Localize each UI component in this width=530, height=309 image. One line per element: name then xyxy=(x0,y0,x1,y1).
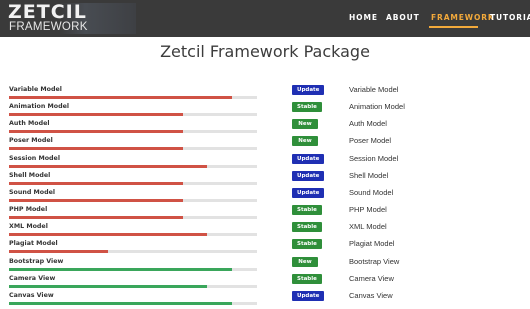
package-row: Bootstrap View New Bootstrap View xyxy=(0,256,530,273)
package-label[interactable]: Bootstrap View xyxy=(349,257,399,266)
progress-fill xyxy=(9,284,207,288)
progress-track xyxy=(9,301,257,305)
package-label[interactable]: Shell Model xyxy=(349,171,388,180)
package-row: Auth Model New Auth Model xyxy=(0,118,530,135)
package-row: PHP Model Stable PHP Model xyxy=(0,204,530,221)
package-name: Variable Model xyxy=(9,86,62,93)
package-row: Poser Model New Poser Model xyxy=(0,135,530,152)
progress-track xyxy=(9,113,257,117)
progress-fill xyxy=(9,267,232,271)
package-name: Auth Model xyxy=(9,120,50,128)
status-badge: Stable xyxy=(292,102,322,113)
package-row: Animation Model Stable Animation Model xyxy=(0,101,530,118)
nav-active-indicator xyxy=(429,26,478,28)
progress-fill xyxy=(9,301,232,305)
status-badge: New xyxy=(292,136,318,147)
package-label[interactable]: Session Model xyxy=(349,154,398,163)
progress-track xyxy=(9,267,257,271)
package-label[interactable]: Poser Model xyxy=(349,136,391,145)
package-label[interactable]: Auth Model xyxy=(349,119,387,128)
package-name: Camera View xyxy=(9,274,56,282)
package-name: Poser Model xyxy=(9,137,53,145)
progress-track xyxy=(9,147,257,151)
status-badge: Update xyxy=(292,187,325,198)
progress-fill xyxy=(9,130,183,134)
progress-fill xyxy=(9,250,108,254)
status-badge: Stable xyxy=(292,239,322,250)
page-title: Zetcil Framework Package xyxy=(160,42,370,61)
package-row: Shell Model Update Shell Model xyxy=(0,170,530,187)
package-label[interactable]: XML Model xyxy=(349,222,387,231)
package-row: XML Model Stable XML Model xyxy=(0,221,530,238)
progress-fill xyxy=(9,164,207,168)
progress-track xyxy=(9,96,257,99)
package-name: Animation Model xyxy=(9,103,70,111)
status-badge: Stable xyxy=(292,273,322,284)
package-name: PHP Model xyxy=(9,206,48,214)
progress-track xyxy=(9,164,257,168)
package-label[interactable]: Camera View xyxy=(349,274,394,283)
package-label[interactable]: Canvas View xyxy=(349,291,393,300)
status-badge: Update xyxy=(292,290,325,301)
package-name: XML Model xyxy=(9,223,48,231)
status-badge: Stable xyxy=(292,222,322,233)
status-badge: Update xyxy=(292,170,325,181)
nav-about[interactable]: ABOUT xyxy=(386,13,420,22)
progress-track xyxy=(9,216,257,220)
status-badge: Update xyxy=(292,153,325,164)
progress-fill xyxy=(9,181,183,185)
status-badge: Update xyxy=(292,85,325,95)
top-navbar: ZETCIL FRAMEWORK HOME ABOUT FRAMEWORK TU… xyxy=(0,0,530,37)
package-row: Camera View Stable Camera View xyxy=(0,273,530,290)
package-label[interactable]: Sound Model xyxy=(349,188,393,197)
nav-tutorial[interactable]: TUTORIAL xyxy=(490,13,530,22)
package-name: Canvas View xyxy=(9,291,54,299)
package-row: Canvas View Update Canvas View xyxy=(0,290,530,307)
progress-track xyxy=(9,130,257,134)
package-row: Plagiat Model Stable Plagiat Model xyxy=(0,238,530,255)
progress-fill xyxy=(9,216,183,220)
package-name: Bootstrap View xyxy=(9,257,64,265)
package-row: Variable Model Update Variable Model xyxy=(0,84,530,101)
progress-track xyxy=(9,250,257,254)
package-row: Session Model Update Session Model xyxy=(0,153,530,170)
status-badge: Stable xyxy=(292,205,322,216)
progress-fill xyxy=(9,113,183,117)
package-name: Shell Model xyxy=(9,171,51,179)
progress-fill xyxy=(9,233,207,237)
package-label[interactable]: Plagiat Model xyxy=(349,239,394,248)
nav-framework[interactable]: FRAMEWORK xyxy=(431,13,495,22)
package-name: Sound Model xyxy=(9,188,56,196)
progress-track xyxy=(9,198,257,202)
progress-track xyxy=(9,181,257,185)
package-name: Plagiat Model xyxy=(9,240,58,248)
progress-track xyxy=(9,284,257,288)
progress-fill xyxy=(9,198,183,202)
nav-home[interactable]: HOME xyxy=(349,13,378,22)
status-badge: New xyxy=(292,119,318,130)
package-name: Session Model xyxy=(9,154,60,162)
progress-fill xyxy=(9,96,232,99)
status-badge: New xyxy=(292,256,318,267)
main-nav: HOME ABOUT FRAMEWORK TUTORIAL xyxy=(0,0,530,37)
package-label[interactable]: Variable Model xyxy=(349,85,398,94)
package-row: Sound Model Update Sound Model xyxy=(0,187,530,204)
package-label[interactable]: Animation Model xyxy=(349,102,405,111)
progress-fill xyxy=(9,147,183,151)
progress-track xyxy=(9,233,257,237)
package-label[interactable]: PHP Model xyxy=(349,205,387,214)
